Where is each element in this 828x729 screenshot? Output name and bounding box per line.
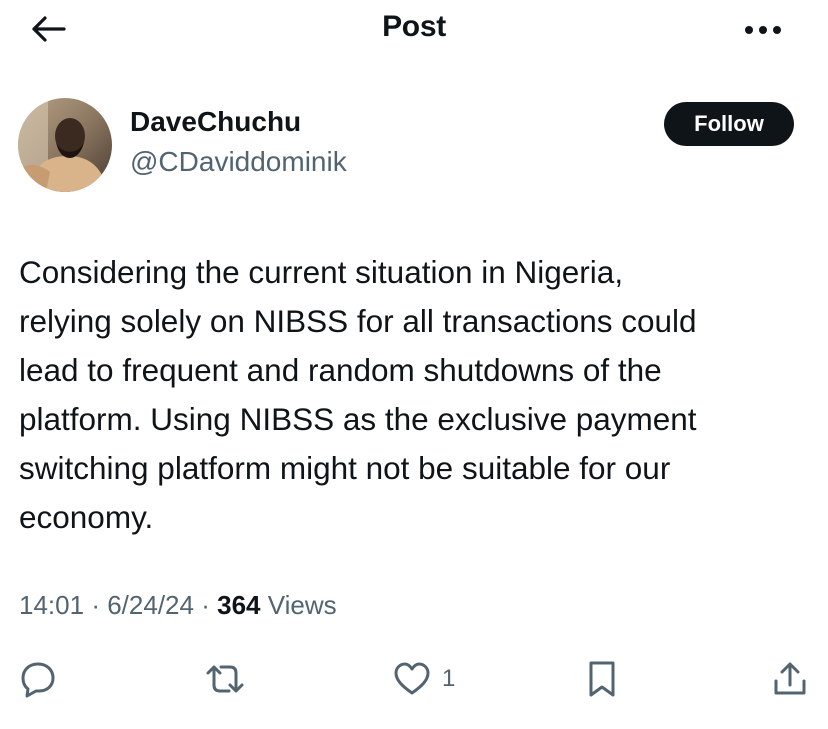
author-handle[interactable]: @CDaviddominik (130, 146, 347, 178)
like-count: 1 (442, 665, 456, 692)
page-title: Post (382, 10, 446, 43)
reply-button[interactable] (18, 655, 58, 703)
author-display-name[interactable]: DaveChuchu (130, 106, 301, 138)
share-button[interactable] (770, 655, 810, 703)
repost-button[interactable] (203, 655, 247, 703)
bookmark-button[interactable] (584, 655, 620, 703)
like-button[interactable]: 1 (392, 655, 455, 703)
post-meta: 14:01 · 6/24/24 · 364 Views (19, 590, 337, 621)
views-count: 364 (217, 590, 261, 620)
bookmark-icon (589, 661, 615, 697)
top-bar: Post (0, 0, 828, 58)
more-options-button[interactable] (738, 16, 788, 44)
reply-icon (21, 662, 55, 698)
repost-icon (206, 665, 244, 693)
meta-separator: · (91, 590, 100, 620)
post-date: 6/24/24 (107, 590, 194, 620)
post-text: Considering the current situation in Nig… (19, 254, 697, 535)
follow-button[interactable]: Follow (664, 102, 794, 146)
more-horizontal-icon (745, 26, 781, 34)
meta-separator: · (201, 590, 210, 620)
avatar[interactable] (18, 98, 112, 192)
views-label: Views (267, 590, 337, 620)
share-icon (774, 662, 806, 695)
heart-icon (394, 662, 430, 695)
post-time: 14:01 (19, 590, 85, 620)
